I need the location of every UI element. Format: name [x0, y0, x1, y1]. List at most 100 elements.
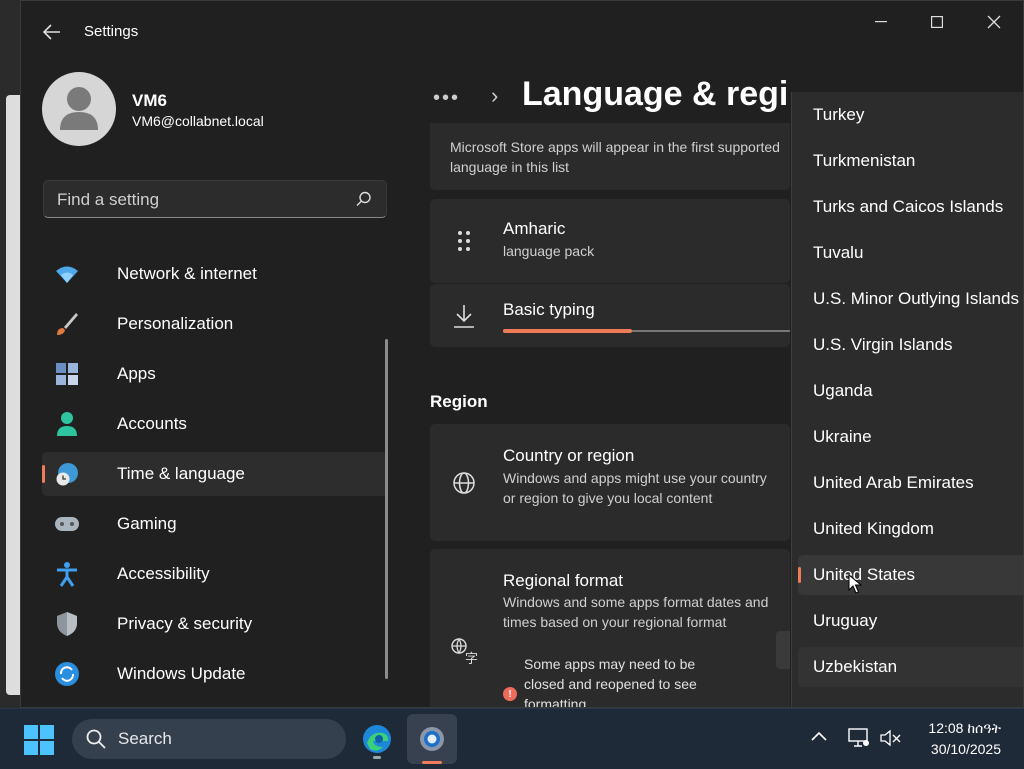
svg-text:字: 字: [465, 652, 478, 665]
taskbar-search-box[interactable]: Search: [72, 719, 346, 759]
nav-label: Gaming: [117, 514, 177, 533]
dropdown-item-united-states[interactable]: United States: [798, 555, 1023, 595]
nav-scrollbar[interactable]: [385, 339, 388, 679]
gear-icon: [420, 727, 444, 751]
country-description: Windows and apps might use your country …: [503, 470, 767, 506]
close-button[interactable]: [971, 9, 1017, 35]
selection-indicator: [798, 567, 801, 583]
shield-icon: [54, 611, 80, 637]
background-window-edge: [6, 95, 20, 695]
apps-icon: [54, 361, 80, 387]
dropdown-item-us-minor-outlying[interactable]: U.S. Minor Outlying Islands: [798, 279, 1023, 319]
person-icon: [54, 411, 80, 437]
settings-window: Settings VM6 VM6@collabnet.local Find a …: [20, 0, 1024, 708]
nav-label: Time & language: [117, 464, 245, 483]
network-status-icon[interactable]: [848, 728, 870, 753]
taskbar-search-placeholder: Search: [118, 729, 172, 748]
running-indicator: [373, 756, 381, 759]
nav-label: Accessibility: [117, 564, 210, 583]
download-icon: [450, 302, 478, 330]
chevron-right-icon: ›: [491, 83, 499, 108]
drag-handle-icon[interactable]: [450, 227, 478, 255]
nav-accessibility[interactable]: Accessibility: [42, 552, 387, 596]
settings-app-button[interactable]: [407, 714, 457, 764]
windows-logo-icon: [24, 725, 54, 755]
find-setting-input[interactable]: Find a setting: [43, 180, 387, 218]
maximize-icon: [931, 16, 943, 28]
search-icon: [356, 191, 372, 212]
nav-windows-update[interactable]: Windows Update: [42, 652, 387, 696]
dropdown-item-uae[interactable]: United Arab Emirates: [798, 463, 1023, 503]
nav-network-internet[interactable]: Network & internet: [42, 252, 387, 296]
gamepad-icon: [54, 511, 80, 537]
nav-personalization[interactable]: Personalization: [42, 302, 387, 346]
brush-icon: [54, 311, 80, 337]
format-dropdown-button[interactable]: [776, 631, 790, 669]
country-dropdown-list[interactable]: Turkey Turkmenistan Turks and Caicos Isl…: [791, 92, 1023, 707]
preferred-languages-note: Microsoft Store apps will appear in the …: [450, 139, 780, 175]
country-title: Country or region: [503, 446, 635, 465]
clock-time[interactable]: 12:08 ከሰዓት: [921, 720, 1001, 737]
dropdown-item-us-virgin-islands[interactable]: U.S. Virgin Islands: [798, 325, 1023, 365]
regional-format-card: 字 Regional format Windows and some apps …: [430, 549, 790, 708]
dropdown-item-turkey[interactable]: Turkey: [798, 95, 1023, 135]
dropdown-item-turkmenistan[interactable]: Turkmenistan: [798, 141, 1023, 181]
find-setting-placeholder: Find a setting: [57, 190, 160, 209]
dropdown-item-uganda[interactable]: Uganda: [798, 371, 1023, 411]
globe-clock-icon: [54, 461, 80, 487]
clock-date[interactable]: 30/10/2025: [921, 741, 1001, 757]
volume-muted-icon[interactable]: [880, 729, 902, 752]
globe-icon: [450, 469, 478, 497]
dropdown-item-uruguay[interactable]: Uruguay: [798, 601, 1023, 641]
nav-label: Privacy & security: [117, 614, 253, 633]
edge-browser-button[interactable]: [358, 719, 396, 759]
selection-indicator: [42, 465, 45, 483]
nav-label: Apps: [117, 364, 156, 383]
minimize-button[interactable]: [858, 9, 904, 35]
dropdown-item-united-kingdom[interactable]: United Kingdom: [798, 509, 1023, 549]
nav-label: Network & internet: [117, 264, 257, 283]
dropdown-item-uzbekistan[interactable]: Uzbekistan: [798, 647, 1023, 687]
nav-label: Personalization: [117, 314, 234, 333]
chevron-up-icon: [811, 731, 827, 741]
desktop-background: [0, 0, 22, 708]
nav-time-language[interactable]: Time & language: [42, 452, 387, 496]
country-or-region-card: Country or region Windows and apps might…: [430, 424, 790, 541]
download-label: Basic typing: [503, 300, 595, 319]
user-icon: [60, 87, 98, 130]
nav-gaming[interactable]: Gaming: [42, 502, 387, 546]
avatar[interactable]: [42, 72, 116, 146]
user-name: VM6: [132, 91, 167, 110]
language-item-amharic[interactable]: Amharic language pack: [430, 199, 790, 283]
search-icon: [86, 729, 106, 754]
nav-label: Windows Update: [117, 664, 246, 683]
taskbar: Search 12:08 ከሰዓት 30/10/2025: [0, 708, 1024, 769]
warning-icon: !: [503, 687, 517, 701]
minimize-icon: [875, 21, 887, 23]
dropdown-item-turks-caicos[interactable]: Turks and Caicos Islands: [798, 187, 1023, 227]
mouse-cursor-icon: [848, 573, 863, 599]
format-description: Windows and some apps format dates and t…: [503, 594, 769, 630]
app-title: Settings: [84, 23, 139, 40]
sync-icon: [54, 661, 80, 687]
nav-privacy-security[interactable]: Privacy & security: [42, 602, 387, 646]
basic-typing-download-card: Basic typing: [430, 284, 790, 347]
nav-accounts[interactable]: Accounts: [42, 402, 387, 446]
breadcrumb-more-button[interactable]: •••: [433, 87, 460, 110]
start-button[interactable]: [24, 725, 54, 755]
format-warning: Some apps may need to be closed and reop…: [524, 656, 697, 708]
format-title: Regional format: [503, 571, 624, 590]
dropdown-item-ukraine[interactable]: Ukraine: [798, 417, 1023, 457]
maximize-button[interactable]: [914, 9, 960, 35]
back-arrow-icon: [43, 24, 60, 40]
page-title: Language & regi: [522, 75, 789, 113]
nav-apps[interactable]: Apps: [42, 352, 387, 396]
dropdown-item-tuvalu[interactable]: Tuvalu: [798, 233, 1023, 273]
regional-format-icon: 字: [450, 637, 478, 665]
edge-icon: [363, 725, 391, 753]
accessibility-icon: [54, 561, 80, 587]
show-hidden-icons-button[interactable]: [810, 729, 828, 747]
nav-label: Accounts: [117, 414, 187, 433]
download-progress-fill: [503, 329, 632, 333]
back-button[interactable]: [37, 17, 67, 47]
